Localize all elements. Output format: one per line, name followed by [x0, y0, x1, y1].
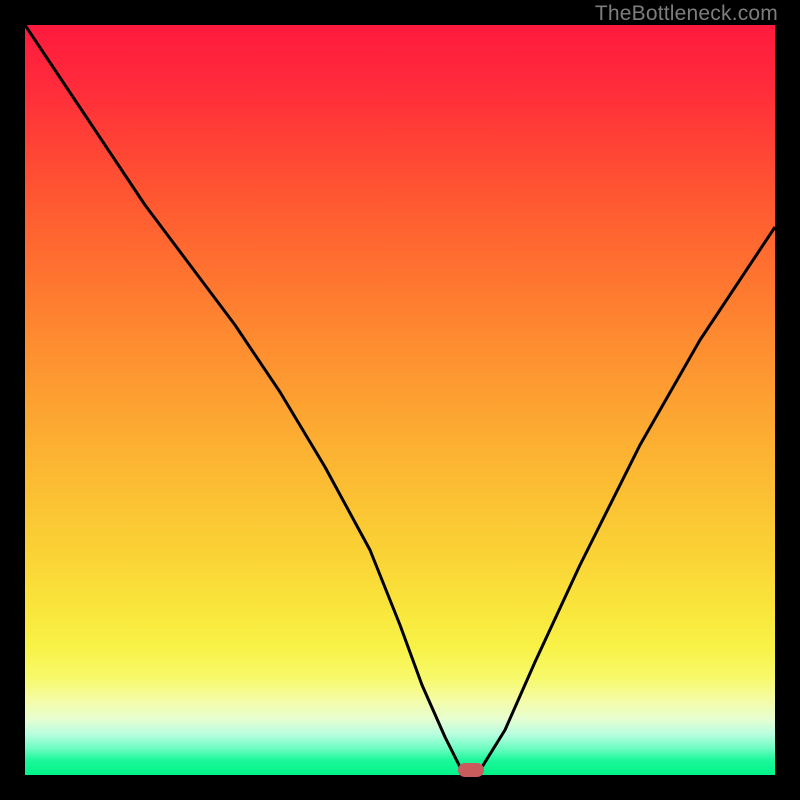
curve-path [25, 25, 775, 775]
gradient-plot-area [25, 25, 775, 775]
chart-frame: TheBottleneck.com [0, 0, 800, 800]
bottleneck-curve [25, 25, 775, 775]
optimum-marker [458, 763, 484, 777]
watermark-text: TheBottleneck.com [595, 2, 778, 26]
